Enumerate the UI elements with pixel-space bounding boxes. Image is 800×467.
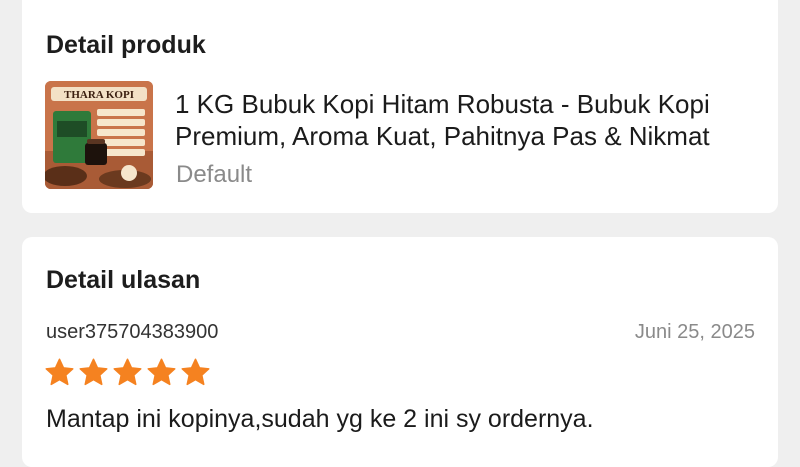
reviewer-username: user375704383900 (46, 321, 219, 343)
review-text: Mantap ini kopinya,sudah yg ke 2 ini sy … (46, 405, 594, 433)
rating-stars (44, 357, 211, 388)
product-name[interactable]: 1 KG Bubuk Kopi Hitam Robusta - Bubuk Ko… (175, 88, 765, 152)
product-thumbnail[interactable]: THARA KOPI (45, 81, 153, 189)
thumbnail-brand: THARA KOPI (64, 89, 134, 101)
review-section-title: Detail ulasan (46, 266, 201, 294)
product-image: THARA KOPI (45, 81, 153, 189)
product-variant: Default (176, 161, 253, 188)
review-detail-card: Detail ulasan user375704383900 Juni 25, … (22, 237, 778, 467)
star-icon (79, 358, 108, 386)
star-icon (181, 358, 210, 386)
product-detail-card: Detail produk THARA KOPI 1 KG Bubuk Kopi… (22, 0, 778, 213)
review-date: Juni 25, 2025 (634, 321, 755, 343)
product-section-title: Detail produk (46, 31, 206, 59)
star-icon (45, 358, 74, 386)
star-icon (113, 358, 142, 386)
star-icon (147, 358, 176, 386)
